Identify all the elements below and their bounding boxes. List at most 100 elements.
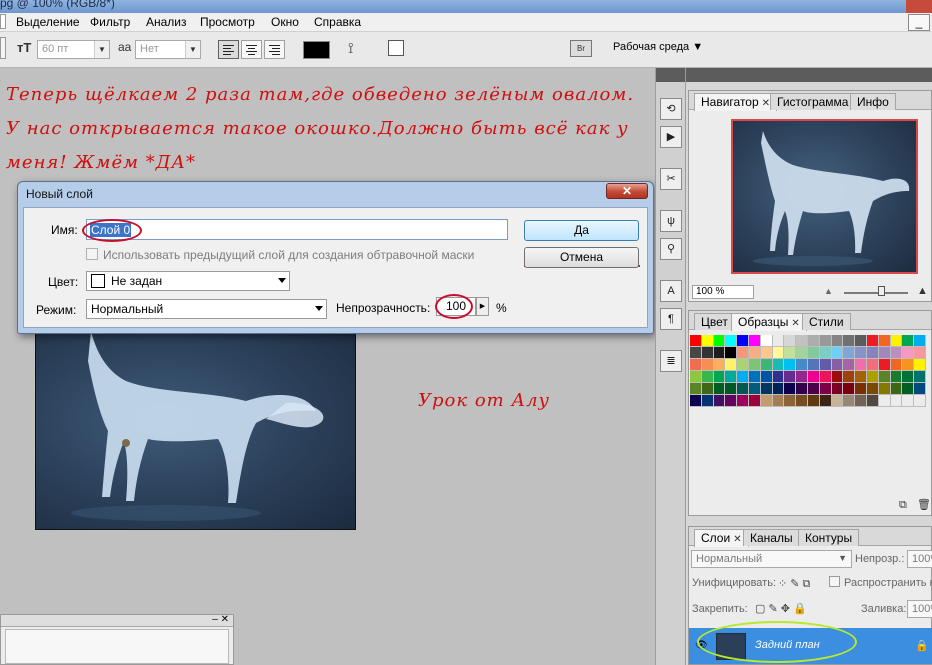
swatch[interactable] — [760, 335, 773, 347]
swatch[interactable] — [690, 383, 702, 395]
swatch[interactable] — [902, 335, 915, 347]
tab-channels[interactable]: Каналы — [743, 529, 800, 546]
swatch[interactable] — [890, 383, 903, 395]
swatch[interactable] — [713, 371, 726, 383]
swatch[interactable] — [737, 371, 749, 383]
swatch[interactable] — [796, 347, 808, 359]
swatch[interactable] — [760, 383, 773, 395]
zoom-slider-thumb[interactable] — [878, 286, 885, 296]
swatch[interactable] — [748, 383, 761, 395]
swatch[interactable] — [796, 335, 808, 347]
swatch[interactable] — [855, 335, 867, 347]
tab-styles[interactable]: Стили — [802, 313, 851, 330]
swatch[interactable] — [914, 383, 926, 395]
swatch[interactable] — [843, 371, 856, 383]
swatch[interactable] — [855, 383, 867, 395]
character-panel-icon[interactable] — [388, 40, 404, 56]
zoom-in-icon[interactable]: ▲ — [917, 285, 928, 297]
align-left-button[interactable] — [218, 40, 239, 59]
swatch[interactable] — [748, 347, 761, 359]
swatch[interactable] — [690, 371, 702, 383]
tab-paths[interactable]: Контуры — [798, 529, 860, 546]
swatch[interactable] — [819, 395, 832, 407]
swatch[interactable] — [713, 335, 726, 347]
notes-icon[interactable]: ≣ — [660, 350, 682, 372]
swatch[interactable] — [807, 383, 820, 395]
swatch[interactable] — [819, 347, 832, 359]
blend-mode-select[interactable]: Нормальный — [86, 299, 327, 319]
tab-swatches[interactable]: Образцы ✕ — [731, 313, 807, 331]
swatch[interactable] — [760, 359, 773, 371]
menu-select[interactable]: Выделение — [16, 15, 80, 29]
swatch[interactable] — [784, 371, 797, 383]
close-icon[interactable]: ✕ — [606, 183, 648, 199]
tab-histogram[interactable]: Гистограмма — [770, 93, 856, 110]
zoom-out-icon[interactable]: ▲ — [824, 286, 833, 296]
swatch[interactable] — [748, 359, 761, 371]
layer-opacity-input[interactable]: 100% — [907, 550, 932, 568]
opacity-slider-arrow-icon[interactable]: ▶ — [476, 297, 489, 316]
swatch[interactable] — [737, 383, 749, 395]
ok-button[interactable]: Да — [524, 220, 639, 241]
swatch[interactable] — [737, 335, 749, 347]
layer-name-input[interactable] — [86, 219, 508, 240]
navigator-zoom-input[interactable]: 100 % — [692, 285, 754, 299]
warp-text-icon[interactable]: ⟟ — [348, 40, 354, 57]
swatch[interactable] — [772, 395, 785, 407]
swatch[interactable] — [855, 371, 867, 383]
brushes-icon[interactable]: ψ — [660, 210, 682, 232]
swatch[interactable] — [831, 371, 844, 383]
swatch[interactable] — [737, 359, 749, 371]
close-window-icon[interactable] — [906, 0, 932, 13]
swatch[interactable] — [819, 383, 832, 395]
swatch[interactable] — [701, 395, 714, 407]
navigator-preview[interactable] — [731, 119, 918, 274]
swatch[interactable] — [902, 347, 915, 359]
swatch[interactable] — [843, 383, 856, 395]
swatch[interactable] — [701, 383, 714, 395]
text-color-swatch[interactable] — [303, 41, 330, 59]
swatch[interactable] — [878, 347, 891, 359]
swatch[interactable] — [866, 371, 879, 383]
swatch[interactable] — [831, 335, 844, 347]
antialias-select[interactable]: Нет ▼ — [135, 40, 201, 59]
swatch[interactable] — [855, 395, 867, 407]
swatch[interactable] — [713, 395, 726, 407]
swatch[interactable] — [831, 359, 844, 371]
swatch[interactable] — [772, 359, 785, 371]
swatch[interactable] — [890, 359, 903, 371]
align-center-button[interactable] — [241, 40, 262, 59]
swatch[interactable] — [725, 335, 738, 347]
workspace-menu[interactable]: Рабочая среда ▼ — [613, 41, 703, 53]
swatch[interactable] — [796, 395, 808, 407]
propagate-checkbox[interactable] — [829, 576, 840, 587]
fill-input[interactable]: 100% — [907, 600, 932, 618]
close-icon[interactable]: ✕ — [791, 318, 799, 329]
swatch[interactable] — [831, 395, 844, 407]
layer-blend-mode-select[interactable]: Нормальный ▼ — [691, 550, 852, 568]
swatch[interactable] — [902, 383, 915, 395]
tab-layers[interactable]: Слои ✕ — [694, 529, 749, 547]
app-menu-icon[interactable] — [0, 14, 6, 29]
tool-presets-icon[interactable]: ✂ — [660, 168, 682, 190]
swatch[interactable] — [690, 347, 702, 359]
swatch[interactable] — [784, 395, 797, 407]
tab-info[interactable]: Инфо — [850, 93, 896, 110]
swatch[interactable] — [713, 359, 726, 371]
bridge-icon[interactable]: Br — [570, 40, 592, 57]
tab-color[interactable]: Цвет — [694, 313, 735, 330]
swatch[interactable] — [843, 335, 856, 347]
character-icon[interactable]: A — [660, 280, 682, 302]
swatch[interactable] — [690, 395, 702, 407]
swatch[interactable] — [855, 347, 867, 359]
swatch[interactable] — [701, 359, 714, 371]
menu-analysis[interactable]: Анализ — [146, 15, 187, 29]
swatch[interactable] — [701, 371, 714, 383]
swatch[interactable] — [914, 371, 926, 383]
swatch[interactable] — [760, 347, 773, 359]
swatch[interactable] — [831, 347, 844, 359]
swatch[interactable] — [784, 383, 797, 395]
align-right-button[interactable] — [264, 40, 285, 59]
swatch[interactable] — [890, 335, 903, 347]
swatch[interactable] — [784, 347, 797, 359]
